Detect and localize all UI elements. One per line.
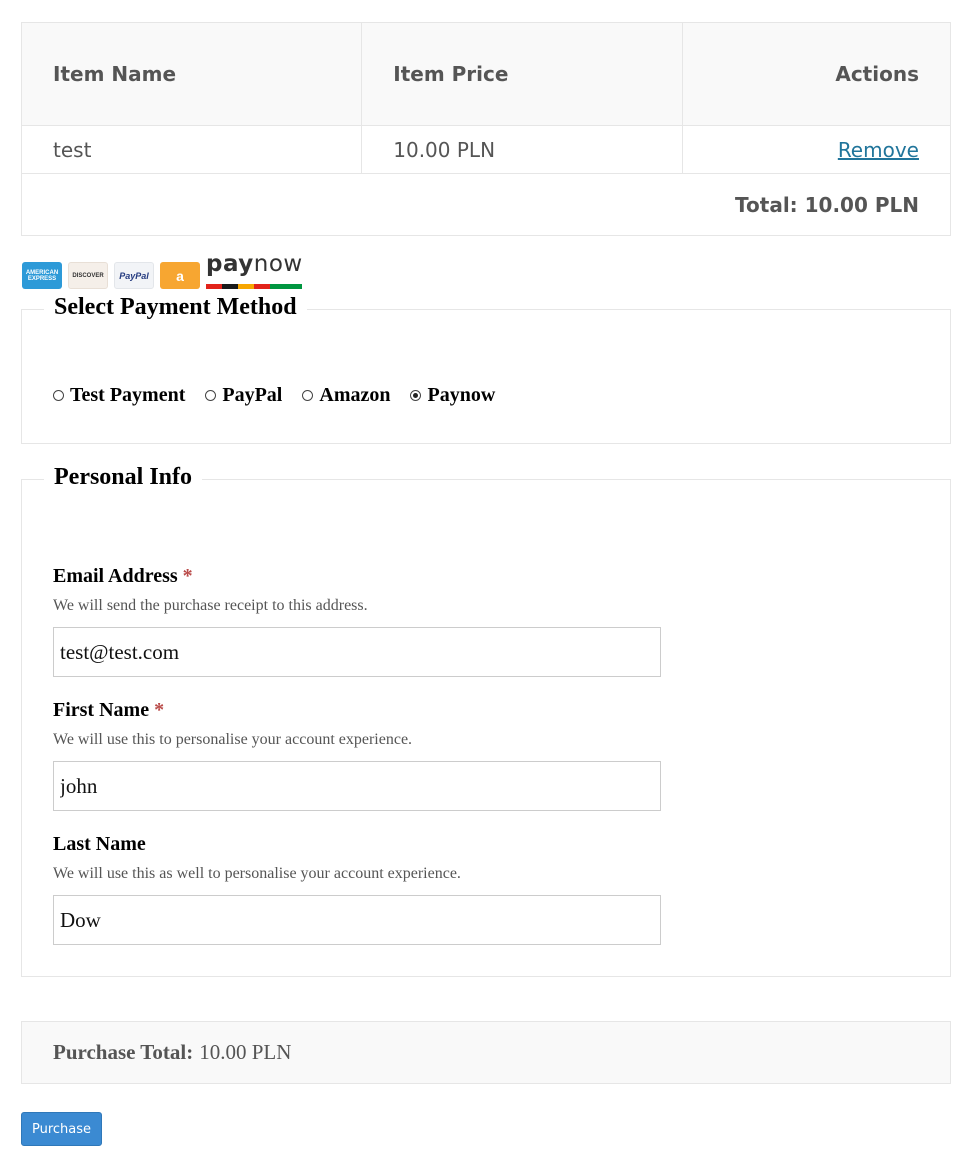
first-name-field[interactable] <box>53 761 661 811</box>
paynow-bar-segment <box>238 284 254 289</box>
paynow-logo-text: paynow <box>206 251 303 277</box>
last-name-description: We will use this as well to personalise … <box>53 865 461 882</box>
radio-paypal[interactable] <box>205 390 217 401</box>
cart-total-row: Total: 10.00 PLN <box>22 174 950 235</box>
purchase-total-label: Purchase Total: <box>53 1040 194 1064</box>
first-name-label: First Name * <box>53 699 165 721</box>
paynow-bar-segment <box>222 284 238 289</box>
required-marker: * <box>154 699 165 721</box>
item-name: test <box>22 126 363 173</box>
payment-logos: AMERICAN EXPRESS DISCOVER PayPal a payno… <box>22 251 302 289</box>
last-name-label: Last Name <box>53 833 146 855</box>
paynow-logo-icon: paynow <box>206 251 302 289</box>
payment-option-amazon[interactable]: Amazon <box>302 384 390 407</box>
email-field[interactable] <box>53 627 661 677</box>
radio-test-payment[interactable] <box>53 390 64 401</box>
purchase-button[interactable]: Purchase <box>21 1112 102 1146</box>
payment-option-label: PayPal <box>222 384 283 406</box>
header-actions: Actions <box>835 62 919 86</box>
first-name-field-group: First Name * We will use this to persona… <box>53 699 661 811</box>
radio-amazon[interactable] <box>302 390 314 401</box>
last-name-field-group: Last Name We will use this as well to pe… <box>53 833 661 945</box>
item-actions: Remove <box>683 126 950 173</box>
paynow-bar-segment <box>286 284 302 289</box>
email-label: Email Address * <box>53 565 193 587</box>
payment-option-paypal[interactable]: PayPal <box>205 384 282 407</box>
purchase-total-value: 10.00 PLN <box>199 1040 292 1064</box>
payment-option-label: Test Payment <box>70 384 186 406</box>
personal-info-legend: Personal Info <box>44 464 202 491</box>
payment-option-paynow[interactable]: Paynow <box>410 384 495 407</box>
first-name-description: We will use this to personalise your acc… <box>53 731 413 748</box>
remove-link[interactable]: Remove <box>838 138 919 162</box>
purchase-total: Purchase Total: 10.00 PLN <box>21 1021 951 1084</box>
header-item-price: Item Price <box>362 23 683 125</box>
cart-total: Total: 10.00 PLN <box>735 192 919 217</box>
table-row: test 10.00 PLN Remove <box>22 126 950 174</box>
email-field-group: Email Address * We will send the purchas… <box>53 565 661 677</box>
amazon-card-icon: a <box>160 262 200 289</box>
personal-info-fieldset: Personal Info Email Address * We will se… <box>21 464 951 977</box>
paynow-logo-bar <box>206 284 302 289</box>
cart-header-row: Item Name Item Price Actions <box>22 23 950 126</box>
last-name-field[interactable] <box>53 895 661 945</box>
payment-method-legend: Select Payment Method <box>44 294 307 321</box>
email-description: We will send the purchase receipt to thi… <box>53 597 368 614</box>
payment-option-label: Paynow <box>427 384 496 406</box>
amex-card-icon: AMERICAN EXPRESS <box>22 262 62 289</box>
payment-option-test-payment[interactable]: Test Payment <box>53 384 185 407</box>
required-marker: * <box>182 565 193 587</box>
payment-method-options: Test Payment PayPal Amazon Paynow <box>53 384 515 407</box>
cart-table: Item Name Item Price Actions test 10.00 … <box>21 22 951 236</box>
radio-paynow[interactable] <box>410 390 422 401</box>
header-item-name: Item Name <box>22 23 363 125</box>
paypal-card-icon: PayPal <box>114 262 154 289</box>
item-price: 10.00 PLN <box>362 126 683 173</box>
discover-card-icon: DISCOVER <box>68 262 108 289</box>
paynow-bar-segment <box>270 284 286 289</box>
paynow-bar-segment <box>206 284 222 289</box>
payment-method-fieldset: Select Payment Method Test Payment PayPa… <box>21 294 951 444</box>
paynow-bar-segment <box>254 284 270 289</box>
payment-option-label: Amazon <box>319 384 391 406</box>
